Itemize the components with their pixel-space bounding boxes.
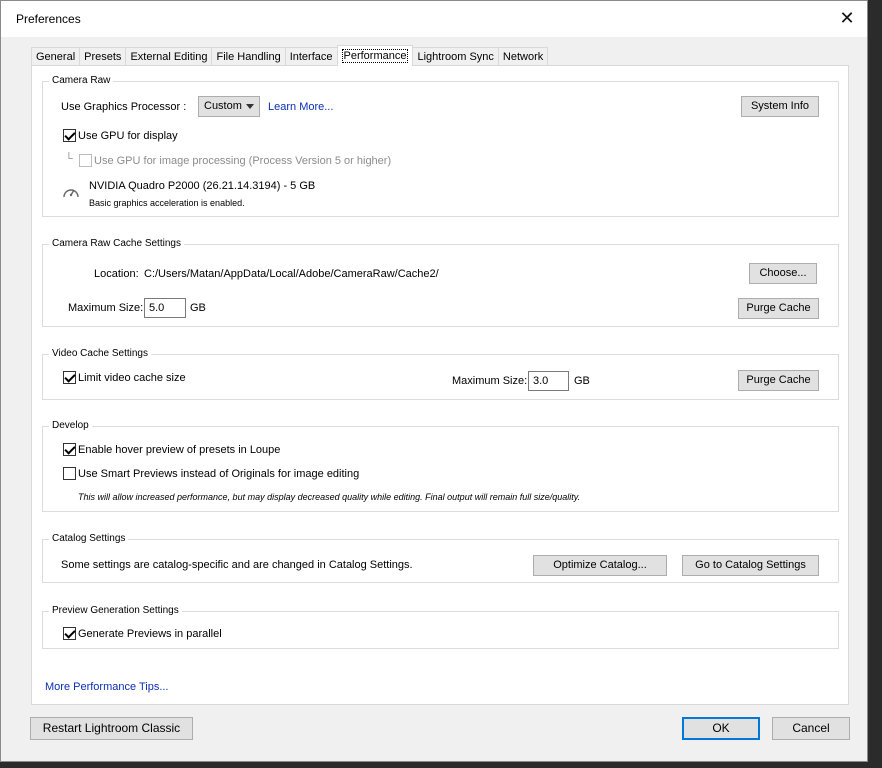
close-icon[interactable]: ✕ — [835, 7, 859, 31]
performance-panel: Camera Raw Use Graphics Processor : Cust… — [31, 65, 849, 705]
video-cache-group-label: Video Cache Settings — [49, 348, 151, 360]
preferences-window: Preferences ✕ General Presets External E… — [0, 0, 868, 762]
preview-generation-group: Preview Generation Settings Generate Pre… — [42, 605, 839, 649]
learn-more-link[interactable]: Learn More... — [268, 101, 333, 113]
catalog-group-label: Catalog Settings — [49, 533, 129, 545]
cache-max-size-label: Maximum Size: — [68, 302, 144, 314]
purge-cache-button[interactable]: Purge Cache — [738, 298, 819, 319]
video-purge-cache-button[interactable]: Purge Cache — [738, 370, 819, 391]
cache-max-size-input[interactable]: 5.0 — [144, 298, 186, 318]
hover-preview-label: Enable hover preview of presets in Loupe — [78, 444, 281, 456]
hover-preview-checkbox[interactable] — [63, 443, 76, 456]
develop-group-label: Develop — [49, 420, 92, 432]
gpu-status: Basic graphics acceleration is enabled. — [89, 198, 245, 208]
ok-button[interactable]: OK — [682, 717, 760, 740]
restart-lightroom-button[interactable]: Restart Lightroom Classic — [30, 717, 193, 740]
title-bar: Preferences ✕ — [1, 1, 867, 37]
develop-note: This will allow increased performance, b… — [78, 492, 581, 502]
tab-presets[interactable]: Presets — [79, 47, 127, 66]
generate-previews-parallel-checkbox[interactable] — [63, 627, 76, 640]
location-value: C:/Users/Matan/AppData/Local/Adobe/Camer… — [144, 268, 439, 280]
more-performance-tips-link[interactable]: More Performance Tips... — [45, 681, 169, 693]
tab-file-handling[interactable]: File Handling — [211, 47, 286, 66]
tab-performance-label: Performance — [341, 49, 409, 63]
video-max-size-input[interactable]: 3.0 — [528, 371, 569, 391]
limit-video-cache-label: Limit video cache size — [78, 372, 186, 384]
generate-previews-parallel-label: Generate Previews in parallel — [78, 628, 222, 640]
tab-external-editing[interactable]: External Editing — [125, 47, 213, 66]
preview-generation-group-label: Preview Generation Settings — [49, 605, 182, 617]
tab-interface[interactable]: Interface — [284, 47, 338, 66]
use-gpu-processing-label: Use GPU for image processing (Process Ve… — [94, 155, 392, 167]
cache-group: Camera Raw Cache Settings Location: C:/U… — [42, 238, 839, 327]
smart-previews-label: Use Smart Previews instead of Originals … — [78, 468, 360, 480]
gpu-name: NVIDIA Quadro P2000 (26.21.14.3194) - 5 … — [89, 180, 316, 192]
use-gpu-processing-checkbox[interactable] — [79, 154, 92, 167]
camera-raw-group-label: Camera Raw — [49, 75, 114, 87]
optimize-catalog-button[interactable]: Optimize Catalog... — [533, 555, 667, 576]
smart-previews-checkbox[interactable] — [63, 467, 76, 480]
gpu-label: Use Graphics Processor : — [61, 101, 187, 113]
gauge-icon — [62, 184, 80, 200]
cancel-button[interactable]: Cancel — [772, 717, 850, 740]
cache-group-label: Camera Raw Cache Settings — [49, 238, 184, 250]
catalog-text: Some settings are catalog-specific and a… — [61, 559, 413, 571]
gpu-select[interactable]: Custom — [198, 96, 260, 117]
location-label: Location: — [94, 268, 139, 280]
window-title: Preferences — [16, 12, 81, 26]
develop-group: Develop Enable hover preview of presets … — [42, 420, 839, 512]
camera-raw-group: Camera Raw Use Graphics Processor : Cust… — [42, 75, 839, 217]
tree-connector: └ — [65, 153, 73, 165]
choose-button[interactable]: Choose... — [749, 263, 817, 284]
tab-general[interactable]: General — [31, 47, 81, 66]
tab-performance[interactable]: Performance — [336, 45, 414, 66]
catalog-group: Catalog Settings Some settings are catal… — [42, 533, 839, 583]
use-gpu-display-checkbox[interactable] — [63, 129, 76, 142]
video-max-size-label: Maximum Size: — [452, 375, 528, 387]
tab-lightroom-sync[interactable]: Lightroom Sync — [412, 47, 499, 66]
video-cache-group: Video Cache Settings Limit video cache s… — [42, 348, 839, 400]
chevron-down-icon — [246, 104, 254, 109]
tab-network[interactable]: Network — [497, 47, 549, 66]
use-gpu-display-label: Use GPU for display — [78, 130, 178, 142]
tab-bar: General Presets External Editing File Ha… — [31, 45, 549, 66]
video-unit: GB — [574, 375, 590, 387]
cache-unit: GB — [190, 302, 206, 314]
limit-video-cache-checkbox[interactable] — [63, 371, 76, 384]
gpu-select-value: Custom — [204, 100, 242, 112]
system-info-button[interactable]: System Info — [741, 96, 819, 117]
go-to-catalog-settings-button[interactable]: Go to Catalog Settings — [682, 555, 819, 576]
